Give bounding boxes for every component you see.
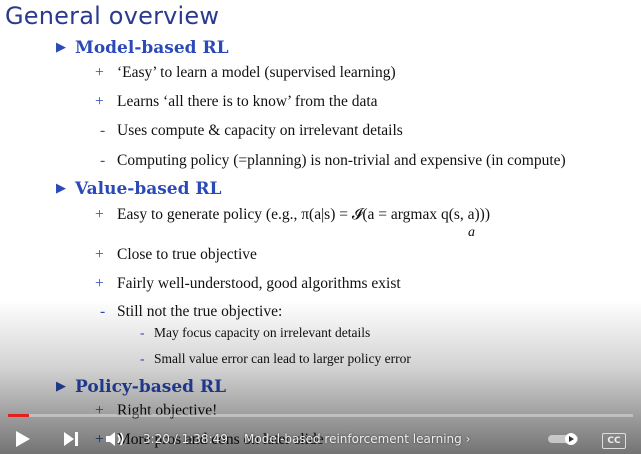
list-item: + ‘Easy’ to learn a model (supervised lea… <box>95 64 396 82</box>
bullet-triangle-icon: ▶ <box>56 181 66 196</box>
list-item: + Close to true objective <box>95 246 257 264</box>
progress-played <box>8 414 30 417</box>
minus-marker: - <box>140 351 145 366</box>
item-text: Uses compute & capacity on irrelevant de… <box>117 122 403 139</box>
next-button[interactable] <box>58 424 84 454</box>
play-icon <box>16 431 30 447</box>
section-heading-text: Value-based RL <box>75 179 222 199</box>
plus-marker: + <box>95 402 104 419</box>
volume-icon <box>106 432 124 446</box>
plus-marker: + <box>95 64 104 81</box>
section-heading-text: Policy-based RL <box>75 377 227 397</box>
chapter-text: Model-based reinforcement learning <box>244 432 462 446</box>
item-text: Small value error can lead to larger pol… <box>154 351 411 366</box>
item-text: Learns ‘all there is to know’ from the d… <box>117 93 378 110</box>
list-item: + Fairly well-understood, good algorithms… <box>95 275 401 293</box>
section-heading-value-based: ▶ Value-based RL <box>56 179 222 199</box>
autoplay-toggle-icon <box>548 433 578 445</box>
minus-marker: - <box>100 122 106 139</box>
sub-list-item: - Small value error can lead to larger po… <box>140 351 411 367</box>
time-display: 3:20 / 1:38:49 <box>143 432 228 446</box>
chevron-right-icon: › <box>465 432 471 446</box>
item-text: Still not the true objective: <box>117 303 283 320</box>
list-item: - Still not the true objective: <box>100 303 282 321</box>
list-item: - Uses compute & capacity on irrelevant d… <box>100 122 403 140</box>
list-item: - Computing policy (=planning) is non-tri… <box>100 152 566 170</box>
section-heading-text: Model-based RL <box>75 38 229 58</box>
bullet-triangle-icon: ▶ <box>56 379 66 394</box>
play-button[interactable] <box>10 424 36 454</box>
captions-button[interactable]: CC <box>602 433 626 449</box>
plus-marker: + <box>95 206 104 223</box>
player-controls: 3:20 / 1:38:49 Model-based reinforcement… <box>0 424 641 454</box>
autoplay-toggle[interactable] <box>546 424 582 454</box>
item-text: Fairly well-understood, good algorithms … <box>117 275 401 292</box>
chapter-title[interactable]: Model-based reinforcement learning › <box>244 432 470 446</box>
plus-marker: + <box>95 275 104 292</box>
slide: General overview ▶ Model-based RL + ‘Easy’… <box>0 0 641 454</box>
slide-title: General overview <box>5 2 220 30</box>
plus-marker: + <box>95 93 104 110</box>
minus-marker: - <box>100 152 106 169</box>
item-text: Computing policy (=planning) is non-triv… <box>117 152 566 169</box>
argmax-subscript: a <box>468 225 475 240</box>
skip-next-icon <box>64 432 78 446</box>
item-text: ‘Easy’ to learn a model (supervised lear… <box>117 64 396 81</box>
list-item: + Easy to generate policy (e.g., π(a|s) =… <box>95 206 490 224</box>
minus-marker: - <box>140 325 145 340</box>
item-text: Easy to generate policy (e.g., π(a|s) = … <box>117 206 491 223</box>
item-text: May focus capacity on irrelevant details <box>154 325 371 340</box>
volume-button[interactable] <box>104 424 128 454</box>
bullet-triangle-icon: ▶ <box>56 40 66 55</box>
section-heading-policy-based: ▶ Policy-based RL <box>56 377 226 397</box>
sub-list-item: - May focus capacity on irrelevant detail… <box>140 325 370 341</box>
list-item: + Right objective! <box>95 402 217 420</box>
progress-bar[interactable] <box>8 414 633 417</box>
item-text: Close to true objective <box>117 246 257 263</box>
plus-marker: + <box>95 246 104 263</box>
list-item: + Learns ‘all there is to know’ from the … <box>95 93 378 111</box>
minus-marker: - <box>100 303 106 320</box>
section-heading-model-based: ▶ Model-based RL <box>56 38 229 58</box>
